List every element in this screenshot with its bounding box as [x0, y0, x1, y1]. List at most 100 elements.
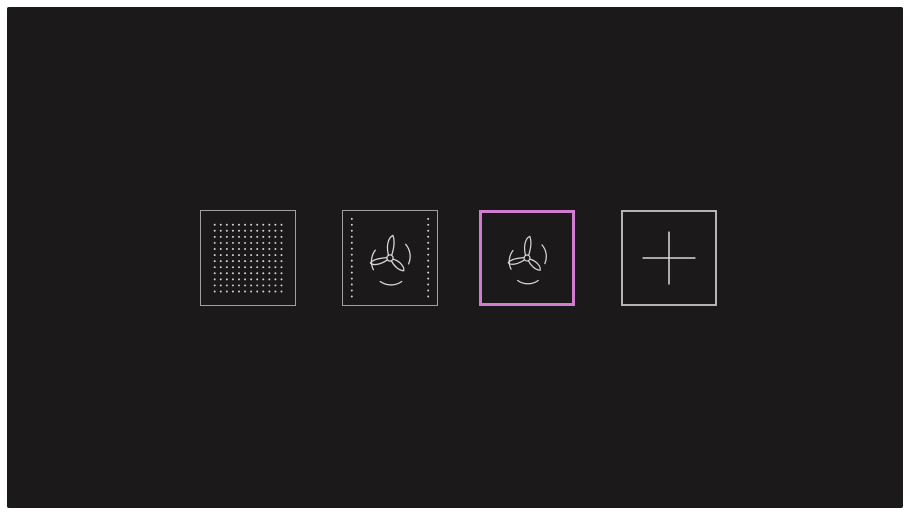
grid-dot — [213, 229, 216, 232]
grid-dot — [274, 254, 277, 257]
grid-dot — [225, 266, 228, 269]
grid-dot — [250, 260, 253, 263]
grid-dot — [262, 248, 265, 250]
fan-with-side-dots-icon — [350, 217, 430, 298]
grid-dot — [231, 266, 234, 269]
side-dot — [350, 277, 353, 280]
grid-dot — [231, 290, 234, 293]
grid-dot — [256, 290, 259, 293]
grid-dot — [219, 248, 222, 250]
grid-dot — [250, 272, 253, 275]
grid-dot — [262, 272, 265, 275]
grid-dot — [225, 284, 228, 287]
grid-dot — [262, 260, 265, 263]
grid-dot — [274, 278, 277, 281]
grid-dot — [244, 284, 247, 287]
grid-dot — [280, 235, 283, 238]
grid-dot — [238, 278, 240, 281]
grid-dot — [250, 235, 253, 238]
grid-dot — [280, 248, 283, 250]
grid-dot — [262, 229, 265, 232]
grid-dot — [250, 254, 253, 257]
grid-dot — [280, 229, 283, 232]
grid-dot — [219, 272, 222, 275]
grid-dot — [250, 241, 253, 244]
grid-dot — [256, 248, 259, 250]
side-dot — [427, 289, 430, 292]
grid-dot — [238, 284, 240, 287]
grid-dot — [238, 248, 240, 250]
grid-dot — [250, 290, 253, 293]
side-dot — [350, 289, 353, 292]
grid-dot — [268, 241, 271, 244]
grid-dot — [219, 278, 222, 281]
grid-dot — [213, 235, 216, 238]
display-screen — [7, 7, 903, 508]
side-dot — [427, 283, 430, 286]
side-dot — [350, 283, 353, 286]
side-dot — [427, 235, 430, 238]
grid-dot — [231, 254, 234, 257]
side-dot — [427, 277, 430, 280]
grid-dot — [244, 235, 247, 238]
grid-dot — [280, 260, 283, 263]
grid-dot — [238, 272, 240, 275]
grid-dot — [238, 229, 240, 232]
mode-tile-fan[interactable] — [479, 210, 575, 306]
grid-dot — [280, 278, 283, 281]
grid-dot — [274, 235, 277, 238]
grid-dot — [231, 223, 234, 226]
grid-dot — [274, 284, 277, 287]
grid-dot — [231, 278, 234, 281]
grid-dot — [219, 241, 222, 244]
grid-dot — [280, 284, 283, 287]
side-dot — [350, 217, 353, 220]
grid-dot — [231, 248, 234, 250]
grid-dot — [280, 254, 283, 257]
grid-dot — [280, 223, 283, 226]
plus-icon — [642, 231, 696, 285]
grid-dot — [274, 272, 277, 275]
grid-dot — [213, 266, 216, 269]
dot-grid-icon — [213, 223, 283, 293]
grid-dot — [250, 248, 253, 250]
mode-tile-dot-grid[interactable] — [200, 210, 296, 306]
grid-dot — [231, 272, 234, 275]
grid-dot — [219, 223, 222, 226]
grid-dot — [213, 278, 216, 281]
grid-dot — [268, 229, 271, 232]
grid-dot — [244, 223, 247, 226]
grid-dot — [268, 254, 271, 257]
grid-dot — [219, 284, 222, 287]
mode-tile-fan-with-dots[interactable] — [342, 210, 438, 306]
add-mode-button[interactable] — [621, 210, 717, 306]
grid-dot — [244, 248, 247, 250]
grid-dot — [213, 254, 216, 257]
grid-dot — [256, 254, 259, 257]
grid-dot — [268, 248, 271, 250]
grid-dot — [280, 272, 283, 275]
grid-dot — [225, 290, 228, 293]
grid-dot — [238, 254, 240, 257]
side-dot — [427, 241, 430, 244]
grid-dot — [274, 229, 277, 232]
grid-dot — [262, 290, 265, 293]
grid-dot — [219, 254, 222, 257]
grid-dot — [250, 284, 253, 287]
side-dot — [427, 259, 430, 262]
grid-dot — [250, 229, 253, 232]
grid-dot — [231, 229, 234, 232]
grid-dot — [262, 241, 265, 244]
grid-dot — [250, 223, 253, 226]
grid-dot — [244, 260, 247, 263]
grid-dot — [213, 241, 216, 244]
grid-dot — [244, 290, 247, 293]
side-dot — [427, 229, 430, 232]
grid-dot — [238, 241, 240, 244]
grid-dot — [231, 235, 234, 238]
grid-dot — [225, 278, 228, 281]
grid-dot — [244, 266, 247, 269]
side-dot — [350, 223, 353, 226]
grid-dot — [268, 266, 271, 269]
grid-dot — [262, 254, 265, 257]
